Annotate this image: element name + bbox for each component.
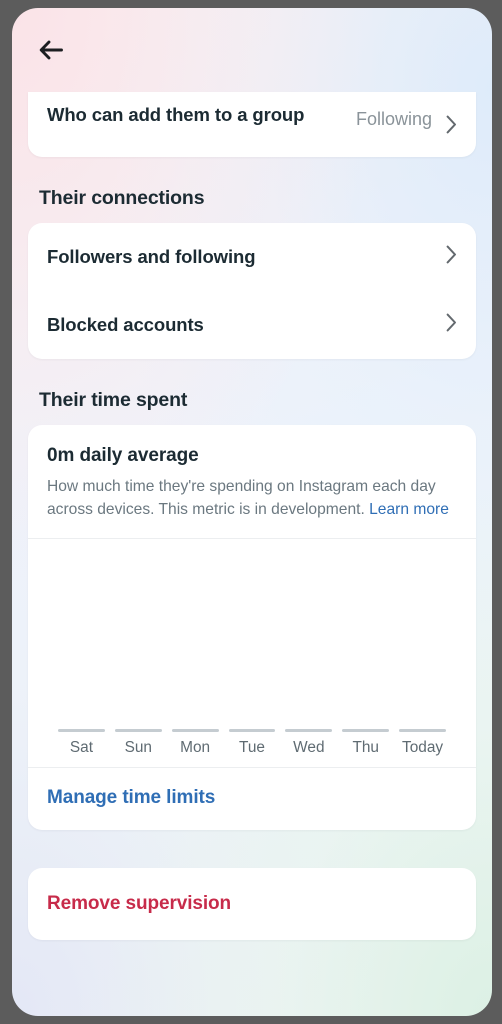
learn-more-link[interactable]: Learn more [369, 499, 449, 521]
chart-bar [399, 728, 447, 732]
chart-bar-label: Wed [293, 738, 325, 756]
chart-bar-track [110, 728, 167, 732]
row-followers-and-following[interactable]: Followers and following [28, 223, 476, 291]
chart-bar-track [224, 728, 281, 732]
chart-bar-column: Today [394, 728, 451, 757]
app-screen: Who can add them to a group Following Th… [12, 8, 492, 1016]
chart-bar-track [167, 728, 224, 732]
row-who-can-add-to-group[interactable]: Who can add them to a group Following [28, 92, 476, 157]
chart-bar-label: Sun [124, 738, 152, 756]
daily-average-value: 0m daily average [47, 445, 199, 466]
arrow-left-icon [38, 39, 64, 61]
chart-bar [58, 728, 105, 732]
chart-bar-column: Wed [280, 728, 337, 757]
row-blocked-accounts[interactable]: Blocked accounts [28, 291, 476, 359]
nav-bar [12, 8, 492, 92]
chart-bar-label: Tue [239, 738, 265, 756]
chart-bar [171, 728, 219, 732]
chart-bar [285, 728, 333, 732]
row-title: Blocked accounts [47, 314, 204, 336]
chart-bar-label: Mon [180, 738, 211, 756]
chevron-right-icon [446, 245, 457, 269]
time-spent-chart: Sat Sun Mon Tue Wed Thu Today [28, 539, 476, 767]
chart-bar-label: Thu [352, 738, 379, 756]
remove-supervision-card: Remove supervision [28, 867, 476, 940]
connections-card: Followers and following Blocked accounts [28, 223, 476, 359]
chart-bar-track [394, 728, 451, 732]
row-value: Following [355, 109, 432, 129]
chart-bars: Sat Sun Mon Tue Wed Thu Today [53, 728, 451, 767]
section-title-time-spent: Their time spent [39, 389, 188, 411]
chart-bar-column: Sat [53, 728, 110, 757]
remove-supervision-button[interactable]: Remove supervision [28, 868, 476, 940]
back-button[interactable] [28, 27, 74, 73]
chart-bar-track [53, 728, 110, 732]
time-spent-description: How much time they're spending on Instag… [47, 476, 457, 521]
chart-bar [342, 728, 390, 732]
device-frame: Who can add them to a group Following Th… [0, 0, 502, 1024]
row-title: Who can add them to a group [47, 104, 305, 125]
chart-bar-label: Sat [69, 738, 93, 756]
chevron-right-icon [446, 313, 457, 337]
chart-bar [228, 728, 276, 732]
time-spent-header: 0m daily average How much time they're s… [28, 425, 476, 538]
chart-bar-track [337, 728, 394, 732]
remove-supervision-label: Remove supervision [47, 892, 232, 914]
chart-bar-label: Today [402, 738, 444, 756]
row-title: Followers and following [47, 246, 256, 268]
chart-bar-track [280, 728, 337, 732]
privacy-card: Who can add them to a group Following [28, 92, 476, 157]
chart-bar-column: Thu [337, 728, 394, 757]
scroll-content[interactable]: Who can add them to a group Following Th… [12, 92, 492, 1016]
chart-bar [114, 728, 162, 732]
chart-bar-column: Tue [224, 728, 281, 757]
time-spent-card: 0m daily average How much time they're s… [28, 425, 476, 830]
manage-time-limits-button[interactable]: Manage time limits [28, 768, 476, 830]
chart-bar-column: Mon [167, 728, 224, 757]
manage-time-limits-label: Manage time limits [47, 786, 216, 808]
section-title-connections: Their connections [39, 187, 205, 209]
chart-bar-column: Sun [110, 728, 167, 757]
chevron-right-icon [446, 115, 457, 139]
